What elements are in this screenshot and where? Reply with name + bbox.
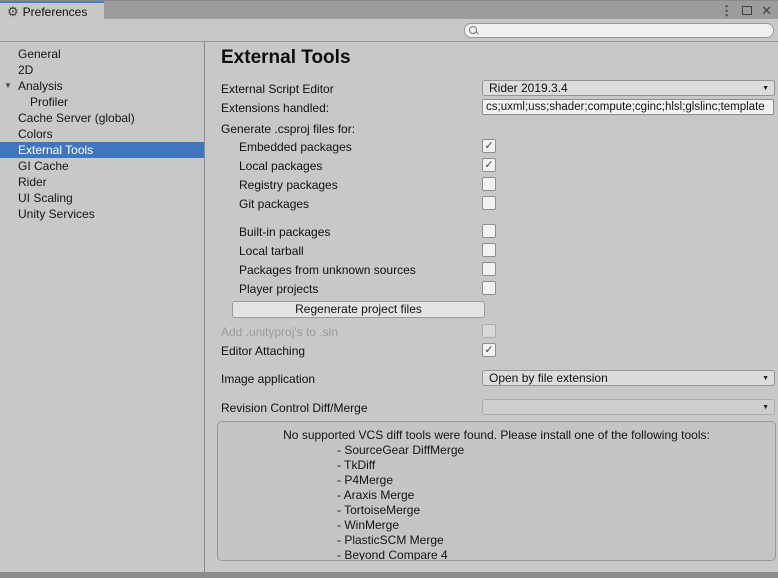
chevron-down-icon: ▼ (762, 375, 769, 383)
sidebar-item-profiler[interactable]: Profiler (0, 94, 204, 110)
unknown-sources-label: Packages from unknown sources (221, 262, 416, 278)
revision-control-label: Revision Control Diff/Merge (221, 401, 368, 415)
external-script-editor-value: Rider 2019.3.4 (489, 81, 568, 95)
git-packages-label: Git packages (221, 196, 309, 212)
maximize-icon[interactable] (742, 6, 752, 15)
local-packages-label: Local packages (221, 158, 322, 174)
footer-strip (0, 572, 778, 578)
sidebar-item-rider[interactable]: Rider (0, 174, 204, 190)
checkmark-icon: ✓ (483, 344, 495, 356)
vcs-notice-headline: No supported VCS diff tools were found. … (218, 428, 775, 443)
vcs-tool-list: - SourceGear DiffMerge - TkDiff - P4Merg… (218, 443, 775, 561)
row-external-script-editor: External Script Editor Rider 2019.3.4 ▼ (221, 80, 775, 96)
add-unityproj-label: Add .unityproj's to .sln (221, 325, 338, 339)
close-icon[interactable]: ✕ (761, 1, 772, 20)
menu-icon[interactable]: ⋮ (720, 1, 733, 20)
sidebar-item-gi-cache[interactable]: GI Cache (0, 158, 204, 174)
titlebar: ⚙ Preferences ⋮ ✕ (0, 0, 778, 19)
sidebar-item-external-tools[interactable]: External Tools (0, 142, 204, 158)
editor-attaching-checkbox[interactable]: ✓ (482, 343, 496, 357)
image-application-dropdown[interactable]: Open by file extension ▼ (482, 370, 775, 386)
vcs-tool-item: - WinMerge (337, 518, 775, 533)
row-registry-packages: Registry packages (221, 176, 775, 192)
search-input[interactable] (481, 24, 769, 37)
builtin-packages-checkbox[interactable] (482, 224, 496, 238)
sidebar-item-ui-scaling[interactable]: UI Scaling (0, 190, 204, 206)
sidebar-item-general[interactable]: General (0, 46, 204, 62)
sidebar-item-unity-services[interactable]: Unity Services (0, 206, 204, 222)
vcs-tool-item: - SourceGear DiffMerge (337, 443, 775, 458)
content-area: General 2D ▼ Analysis Profiler Cache Serv… (0, 42, 778, 572)
preferences-tab[interactable]: ⚙ Preferences (0, 1, 105, 20)
external-script-editor-label: External Script Editor (221, 82, 334, 96)
extensions-handled-label: Extensions handled: (221, 101, 329, 115)
search-toolbar (0, 19, 778, 42)
row-editor-attaching: Editor Attaching ✓ (221, 342, 775, 358)
row-git-packages: Git packages (221, 195, 775, 211)
local-tarball-label: Local tarball (221, 243, 304, 259)
regenerate-project-files-button[interactable]: Regenerate project files (232, 301, 485, 318)
vcs-tool-item: - Araxis Merge (337, 488, 775, 503)
add-unityproj-checkbox (482, 324, 496, 338)
chevron-down-icon: ▼ (762, 85, 769, 93)
sidebar-item-2d[interactable]: 2D (0, 62, 204, 78)
row-generate-csproj: Generate .csproj files for: (221, 120, 775, 136)
vcs-tool-item: - Beyond Compare 4 (337, 548, 775, 561)
registry-packages-label: Registry packages (221, 177, 338, 193)
embedded-packages-checkbox[interactable]: ✓ (482, 139, 496, 153)
vcs-tool-item: - TkDiff (337, 458, 775, 473)
vcs-tool-item: - PlasticSCM Merge (337, 533, 775, 548)
player-projects-checkbox[interactable] (482, 281, 496, 295)
page-title: External Tools (221, 47, 351, 69)
image-application-label: Image application (221, 372, 315, 386)
gear-icon: ⚙ (7, 5, 19, 18)
vcs-notice-box: No supported VCS diff tools were found. … (217, 421, 776, 561)
registry-packages-checkbox[interactable] (482, 177, 496, 191)
row-unknown-sources: Packages from unknown sources (221, 261, 775, 277)
row-extensions-handled: Extensions handled: cs;uxml;uss;shader;c… (221, 99, 775, 115)
search-icon (469, 26, 478, 35)
checkmark-icon: ✓ (483, 140, 495, 152)
external-script-editor-dropdown[interactable]: Rider 2019.3.4 ▼ (482, 80, 775, 96)
revision-control-dropdown[interactable]: ▼ (482, 399, 775, 415)
player-projects-label: Player projects (221, 281, 318, 297)
row-add-unityproj: Add .unityproj's to .sln (221, 323, 775, 339)
vcs-tool-item: - P4Merge (337, 473, 775, 488)
sidebar-item-label: Analysis (18, 79, 63, 93)
search-box[interactable] (464, 23, 774, 38)
git-packages-checkbox[interactable] (482, 196, 496, 210)
row-player-projects: Player projects (221, 280, 775, 296)
local-tarball-checkbox[interactable] (482, 243, 496, 257)
chevron-expanded-icon[interactable]: ▼ (4, 78, 12, 94)
chevron-down-icon: ▼ (762, 404, 769, 412)
sidebar-item-cache-server[interactable]: Cache Server (global) (0, 110, 204, 126)
sidebar: General 2D ▼ Analysis Profiler Cache Serv… (0, 42, 205, 572)
unknown-sources-checkbox[interactable] (482, 262, 496, 276)
row-builtin-packages: Built-in packages (221, 223, 775, 239)
generate-csproj-label: Generate .csproj files for: (221, 122, 355, 136)
checkmark-icon: ✓ (483, 159, 495, 171)
row-embedded-packages: Embedded packages ✓ (221, 138, 775, 154)
image-application-value: Open by file extension (489, 371, 608, 385)
embedded-packages-label: Embedded packages (221, 139, 352, 155)
builtin-packages-label: Built-in packages (221, 224, 330, 240)
row-local-packages: Local packages ✓ (221, 157, 775, 173)
vcs-tool-item: - TortoiseMerge (337, 503, 775, 518)
window-controls: ⋮ ✕ (720, 1, 772, 20)
row-revision-control: Revision Control Diff/Merge ▼ (221, 399, 775, 415)
preferences-window: ⚙ Preferences ⋮ ✕ General 2D ▼ Analysis P… (0, 0, 778, 578)
sidebar-item-analysis[interactable]: ▼ Analysis (0, 78, 204, 94)
main-panel: External Tools External Script Editor Ri… (205, 42, 778, 572)
tab-title: Preferences (23, 5, 88, 19)
row-image-application: Image application Open by file extension… (221, 370, 775, 386)
editor-attaching-label: Editor Attaching (221, 344, 305, 358)
extensions-handled-input[interactable]: cs;uxml;uss;shader;compute;cginc;hlsl;gl… (482, 99, 774, 115)
local-packages-checkbox[interactable]: ✓ (482, 158, 496, 172)
sidebar-item-colors[interactable]: Colors (0, 126, 204, 142)
row-local-tarball: Local tarball (221, 242, 775, 258)
